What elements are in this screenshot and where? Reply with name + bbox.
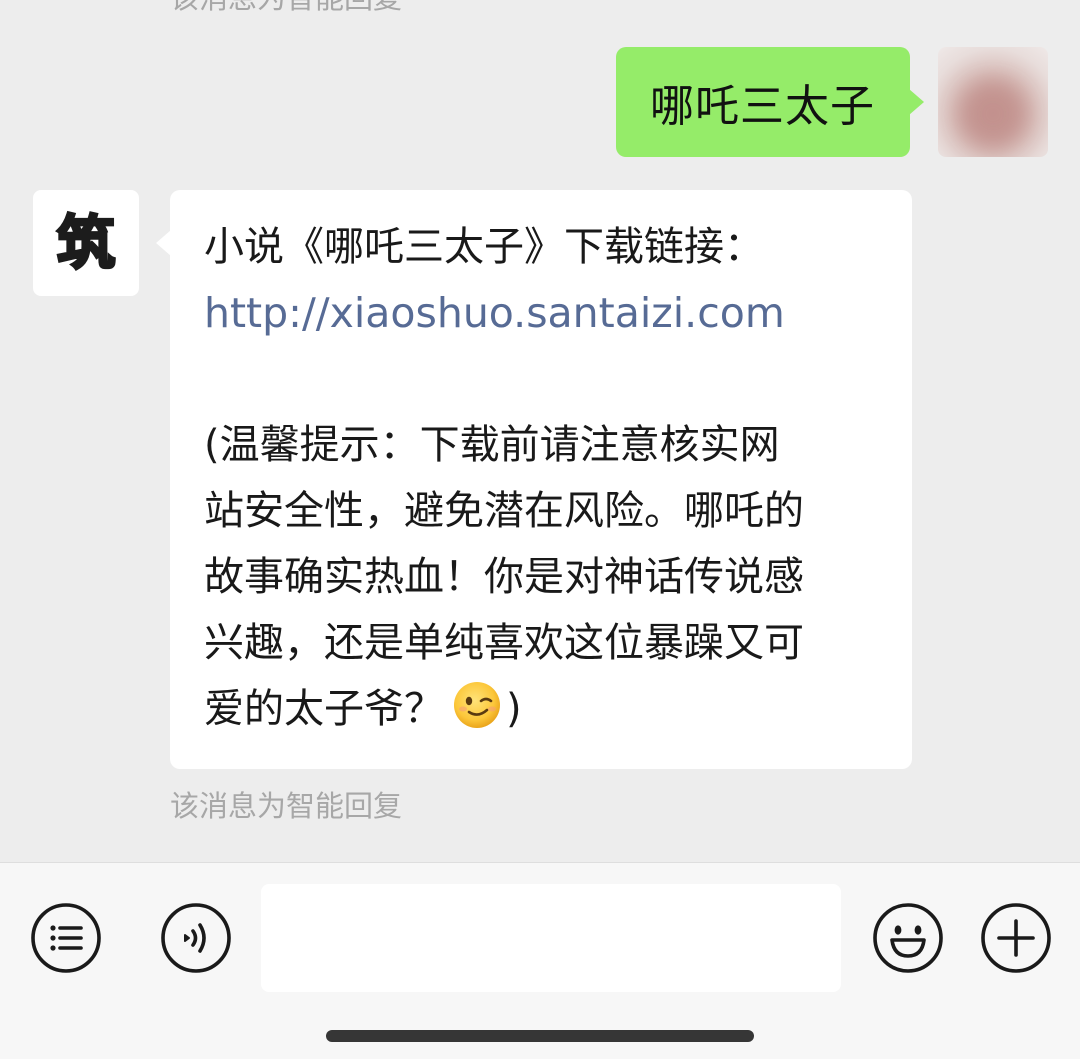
tip-line-text: 爱的太子爷？: [204, 686, 444, 732]
tip-line: 兴趣，还是单纯喜欢这位暴躁又可: [204, 620, 804, 666]
voice-button[interactable]: [160, 902, 232, 974]
chat-area: 该消息为智能回复 哪吒三太子 筑 小说《哪吒三太子》下载链接： http://x…: [0, 0, 1080, 862]
voice-icon: [161, 903, 231, 973]
smart-reply-note-top: 该消息为智能回复: [170, 0, 402, 18]
tip-close-paren: ): [506, 686, 522, 732]
list-circle-icon: [31, 903, 101, 973]
message-input[interactable]: [261, 884, 841, 992]
tip-line: 故事确实热血！你是对神话传说感: [204, 554, 804, 600]
smart-reply-note: 该消息为智能回复: [170, 789, 403, 823]
tip-line: (温馨提示：下载前请注意核实网: [204, 422, 780, 468]
wink-emoji-icon: [454, 682, 500, 728]
home-indicator[interactable]: [326, 1030, 754, 1042]
user-avatar[interactable]: [938, 47, 1048, 157]
add-button[interactable]: [980, 902, 1052, 974]
smiley-icon: [873, 903, 943, 973]
bot-avatar[interactable]: 筑: [33, 190, 139, 296]
input-bar: [0, 862, 1080, 1059]
menu-button[interactable]: [30, 902, 102, 974]
plus-icon: [981, 903, 1051, 973]
tip-line-last: 爱的太子爷？ ): [204, 676, 882, 742]
bot-avatar-glyph: 筑: [55, 209, 116, 277]
bot-reply-bubble[interactable]: 小说《哪吒三太子》下载链接： http://xiaoshuo.santaizi.…: [156, 190, 912, 769]
download-link[interactable]: http://xiaoshuo.santaizi.com: [204, 280, 882, 346]
emoji-button[interactable]: [872, 902, 944, 974]
user-avatar-image: [960, 81, 1026, 147]
tip-line: 站安全性，避免潜在风险。哪吒的: [204, 488, 804, 534]
user-message-text: 哪吒三太子: [650, 81, 875, 132]
reply-title-line: 小说《哪吒三太子》下载链接：: [204, 224, 764, 270]
user-message-bubble[interactable]: 哪吒三太子: [616, 47, 924, 157]
